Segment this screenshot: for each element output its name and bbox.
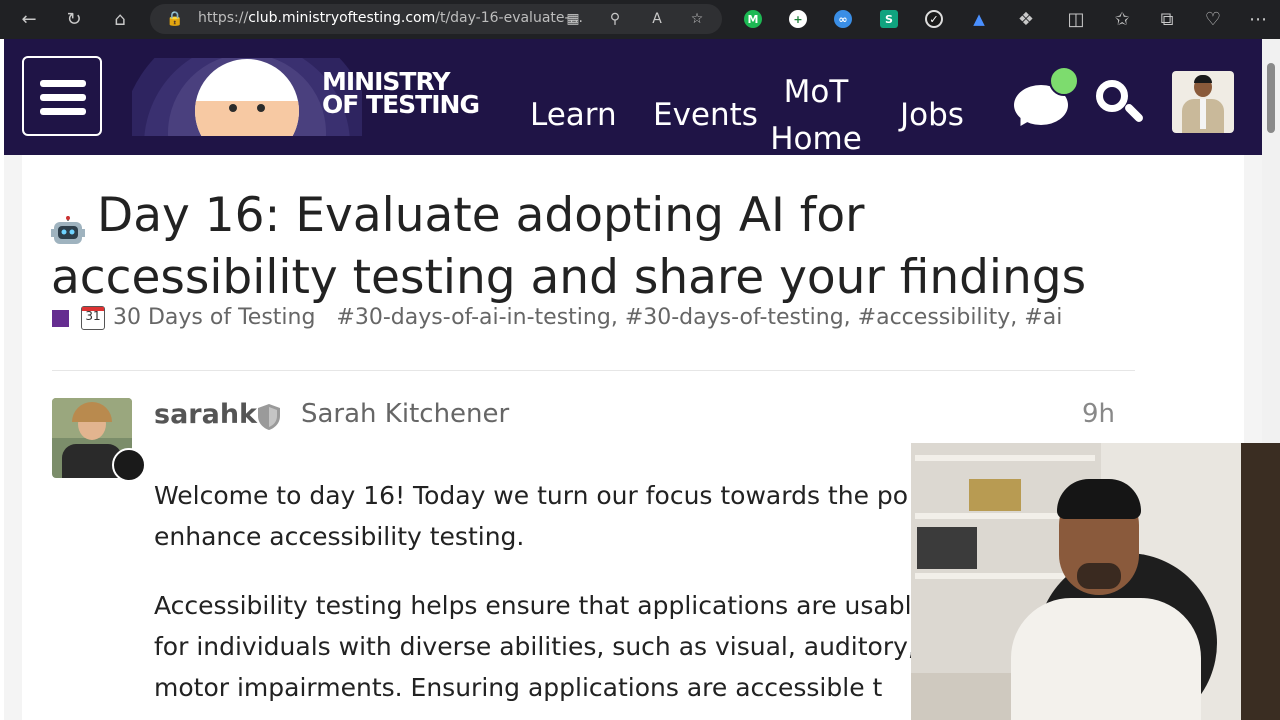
category-link[interactable]: 30 Days of Testing xyxy=(113,305,315,330)
nav-jobs[interactable]: Jobs xyxy=(900,97,964,133)
site-header: MINISTRY OF TESTING Learn Events MoT Hom… xyxy=(4,39,1262,157)
user-avatar[interactable] xyxy=(1172,71,1234,133)
brand-wordmark[interactable]: MINISTRY OF TESTING xyxy=(322,69,480,119)
topic-meta: 31 30 Days of Testing #30-days-of-ai-in-t… xyxy=(52,305,1062,330)
puzzle-extensions-icon[interactable]: ❖ xyxy=(1012,6,1040,32)
glasses-extension-icon[interactable]: ∞ xyxy=(834,10,852,28)
moderator-shield-icon xyxy=(258,404,280,430)
collections-icon[interactable]: ⧉ xyxy=(1153,6,1181,32)
tag-link[interactable]: #30-days-of-ai-in-testing xyxy=(336,305,610,330)
url-text[interactable]: https://club.ministryoftesting.com/t/day… xyxy=(198,10,583,26)
split-screen-icon[interactable]: ◫ xyxy=(1062,6,1090,32)
scrollbar-thumb[interactable] xyxy=(1267,63,1275,133)
lock-icon[interactable]: 🔒 xyxy=(164,8,186,30)
notification-dot xyxy=(1049,66,1079,96)
webcam-overlay xyxy=(911,443,1280,720)
tag-link[interactable]: #30-days-of-testing xyxy=(625,305,844,330)
zoom-icon[interactable]: ⚲ xyxy=(604,8,626,30)
post-timestamp[interactable]: 9h xyxy=(1082,399,1115,429)
plus-extension-icon[interactable]: + xyxy=(789,10,807,28)
read-aloud-icon[interactable]: A xyxy=(646,8,668,30)
divider xyxy=(52,370,1135,371)
brand-line-2: OF TESTING xyxy=(322,90,480,119)
nav-learn[interactable]: Learn xyxy=(530,97,617,133)
home-icon[interactable]: ⌂ xyxy=(106,6,134,32)
topic-title: Day 16: Evaluate adopting AI for accessi… xyxy=(51,188,1087,305)
tag-link[interactable]: #accessibility xyxy=(858,305,1011,330)
category-color-square xyxy=(52,309,69,327)
nav-mot-home[interactable]: MoT Home xyxy=(766,69,866,163)
topic-title-block: Day 16: Evaluate adopting AI for accessi… xyxy=(51,185,1141,309)
m-extension-icon[interactable]: M xyxy=(744,10,762,28)
apps-grid-icon[interactable]: ▦ xyxy=(562,8,584,30)
favorites-icon[interactable]: ✩ xyxy=(1108,6,1136,32)
back-arrow-icon[interactable]: ← xyxy=(15,6,43,32)
s-extension-icon[interactable]: S xyxy=(880,10,898,28)
hamburger-menu-button[interactable] xyxy=(22,56,102,136)
tag-link[interactable]: #ai xyxy=(1024,305,1062,330)
user-flair-icon xyxy=(112,448,146,482)
address-bar[interactable]: 🔒 https://club.ministryoftesting.com/t/d… xyxy=(150,4,722,34)
triangle-extension-icon[interactable]: ▲ xyxy=(970,10,988,28)
nav-events[interactable]: Events xyxy=(653,97,758,133)
post-username[interactable]: sarahk xyxy=(154,399,257,430)
check-extension-icon[interactable]: ✓ xyxy=(925,10,943,28)
post-full-name[interactable]: Sarah Kitchener xyxy=(301,399,509,429)
nav-mot-home-line-1: MoT xyxy=(783,74,849,110)
browser-toolbar: ← ↻ ⌂ 🔒 https://club.ministryoftesting.c… xyxy=(0,0,1280,39)
calendar-icon: 31 xyxy=(81,306,105,330)
more-dots-icon[interactable]: ⋯ xyxy=(1244,6,1272,32)
refresh-icon[interactable]: ↻ xyxy=(60,6,88,32)
favorite-star-icon[interactable]: ☆ xyxy=(686,8,708,30)
robot-icon xyxy=(51,200,85,244)
heart-pulse-icon[interactable]: ♡ xyxy=(1199,6,1227,32)
